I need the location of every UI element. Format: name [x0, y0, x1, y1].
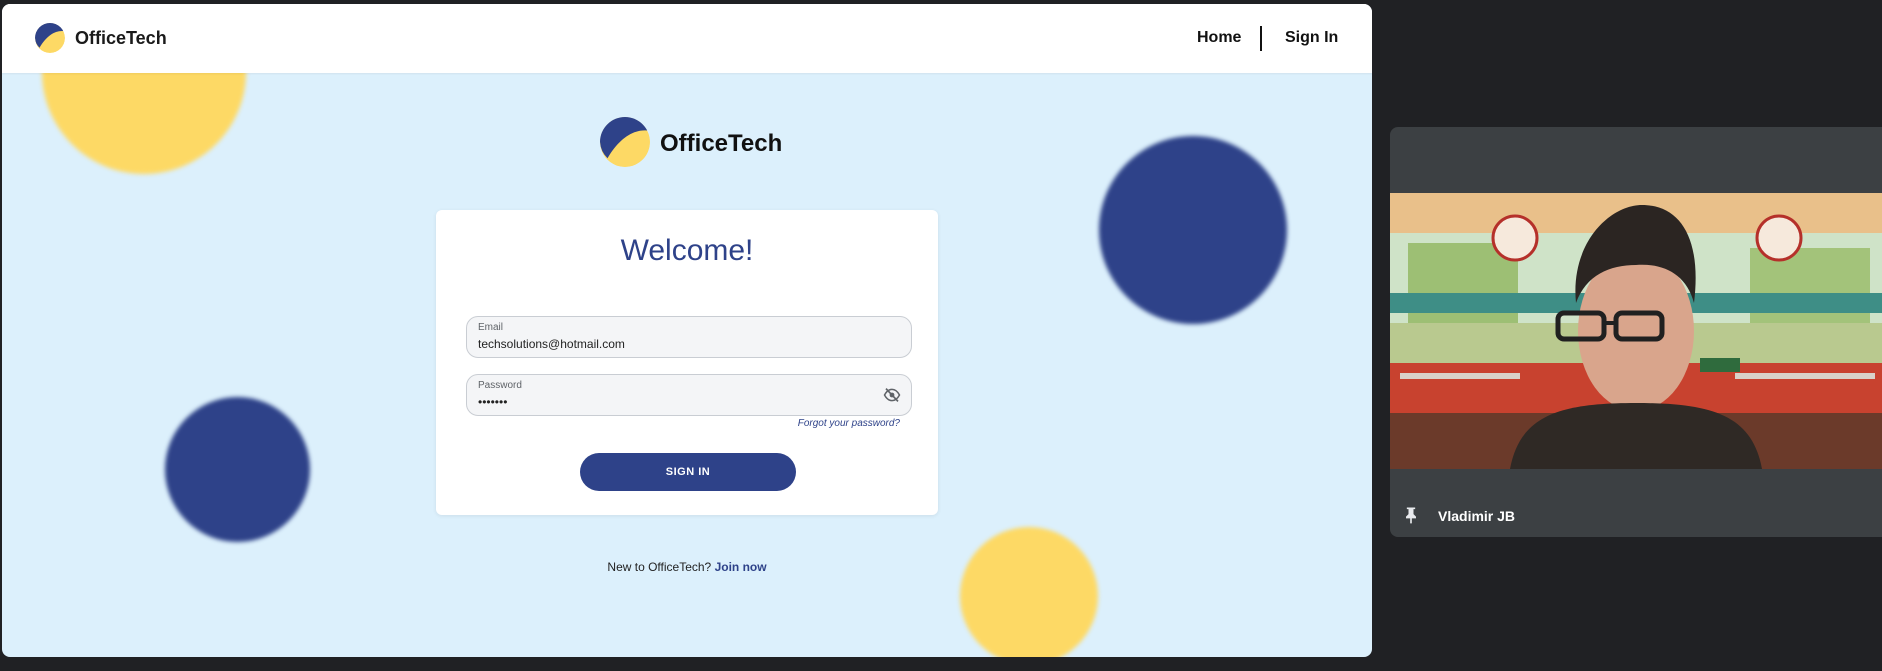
password-field[interactable]: Password	[466, 374, 912, 416]
signup-prompt: New to OfficeTech? Join now	[2, 560, 1372, 574]
decorative-navy-circle	[165, 397, 310, 542]
nav-sign-in-link[interactable]: Sign In	[1285, 29, 1338, 47]
forgot-password-link[interactable]: Forgot your password?	[798, 418, 900, 429]
join-now-link[interactable]: Join now	[715, 560, 767, 574]
hero-brand-name: OfficeTech	[660, 130, 783, 157]
signup-prompt-text: New to OfficeTech?	[607, 560, 712, 574]
meeting-screen: OfficeTech Home Sign In OfficeTech Welco…	[0, 0, 1882, 671]
password-label: Password	[478, 380, 522, 391]
sign-in-button[interactable]: SIGN IN	[580, 453, 796, 491]
decorative-navy-circle	[1099, 136, 1287, 324]
top-navbar: OfficeTech Home Sign In	[2, 4, 1372, 73]
nav-home-link[interactable]: Home	[1197, 29, 1241, 47]
participant-name: Vladimir JB	[1438, 508, 1516, 524]
nav-divider	[1260, 26, 1262, 51]
welcome-title: Welcome!	[620, 234, 754, 267]
login-card: Welcome! Email Password Forgot your pass…	[436, 210, 938, 515]
email-label: Email	[478, 322, 504, 333]
password-input[interactable]	[478, 395, 858, 409]
decorative-yellow-circle	[960, 527, 1098, 657]
pin-icon[interactable]	[1401, 505, 1421, 525]
participant-tile[interactable]: Vladimir JB	[1390, 127, 1882, 537]
shared-browser-page: OfficeTech Home Sign In OfficeTech Welco…	[2, 4, 1372, 657]
eye-off-icon[interactable]	[883, 386, 901, 404]
email-field[interactable]: Email	[466, 316, 912, 358]
officetech-logo-icon	[600, 117, 650, 167]
officetech-logo-icon[interactable]	[35, 23, 65, 53]
participant-video	[1390, 193, 1882, 469]
nav-brand-name[interactable]: OfficeTech	[75, 28, 167, 49]
email-input[interactable]	[478, 337, 858, 351]
